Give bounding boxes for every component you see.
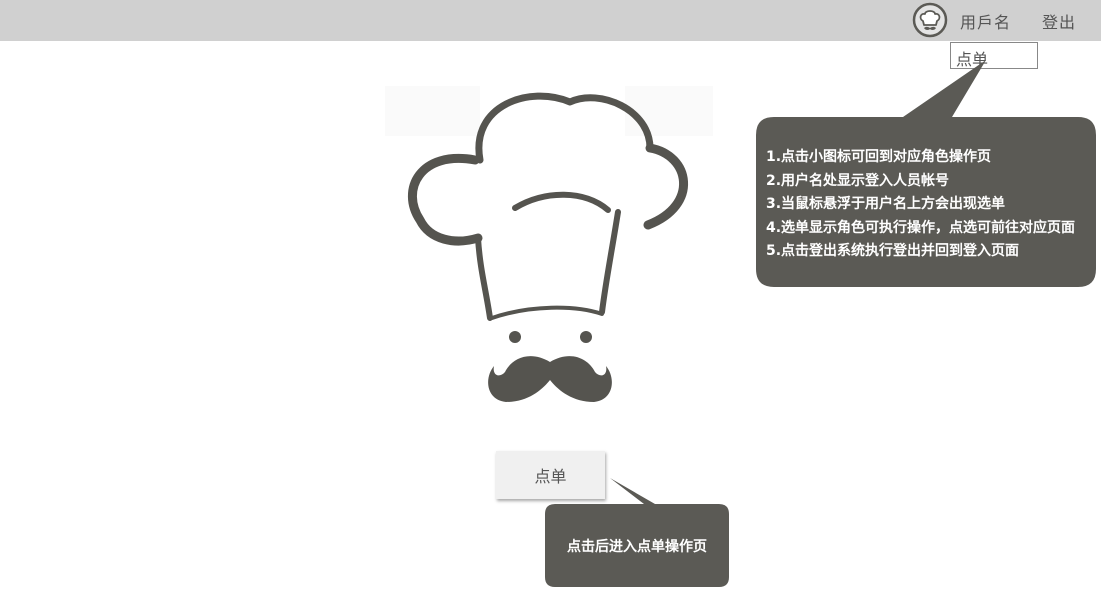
annotation-line: 5.点击登出系统执行登出并回到登入页面 [766, 243, 1020, 259]
annotation-line: 4.选单显示角色可执行操作，点选可前往对应页面 [766, 219, 1076, 236]
button-annotation: 点击后进入点单操作页 [567, 538, 707, 555]
order-button[interactable]: 点单 [496, 451, 605, 499]
annotation-line: 3.当鼠标悬浮于用户名上方会出现选单 [766, 196, 1006, 212]
chef-logo [385, 86, 713, 402]
annotation-line: 2.用户名处显示登入人员帐号 [766, 172, 950, 189]
annotation-line: 1.点击小图标可回到对应角色操作页 [766, 149, 992, 165]
header-annotation: 1.点击小图标可回到对应角色操作页 2.用户名处显示登入人员帐号 3.当鼠标悬浮… [756, 117, 1096, 287]
